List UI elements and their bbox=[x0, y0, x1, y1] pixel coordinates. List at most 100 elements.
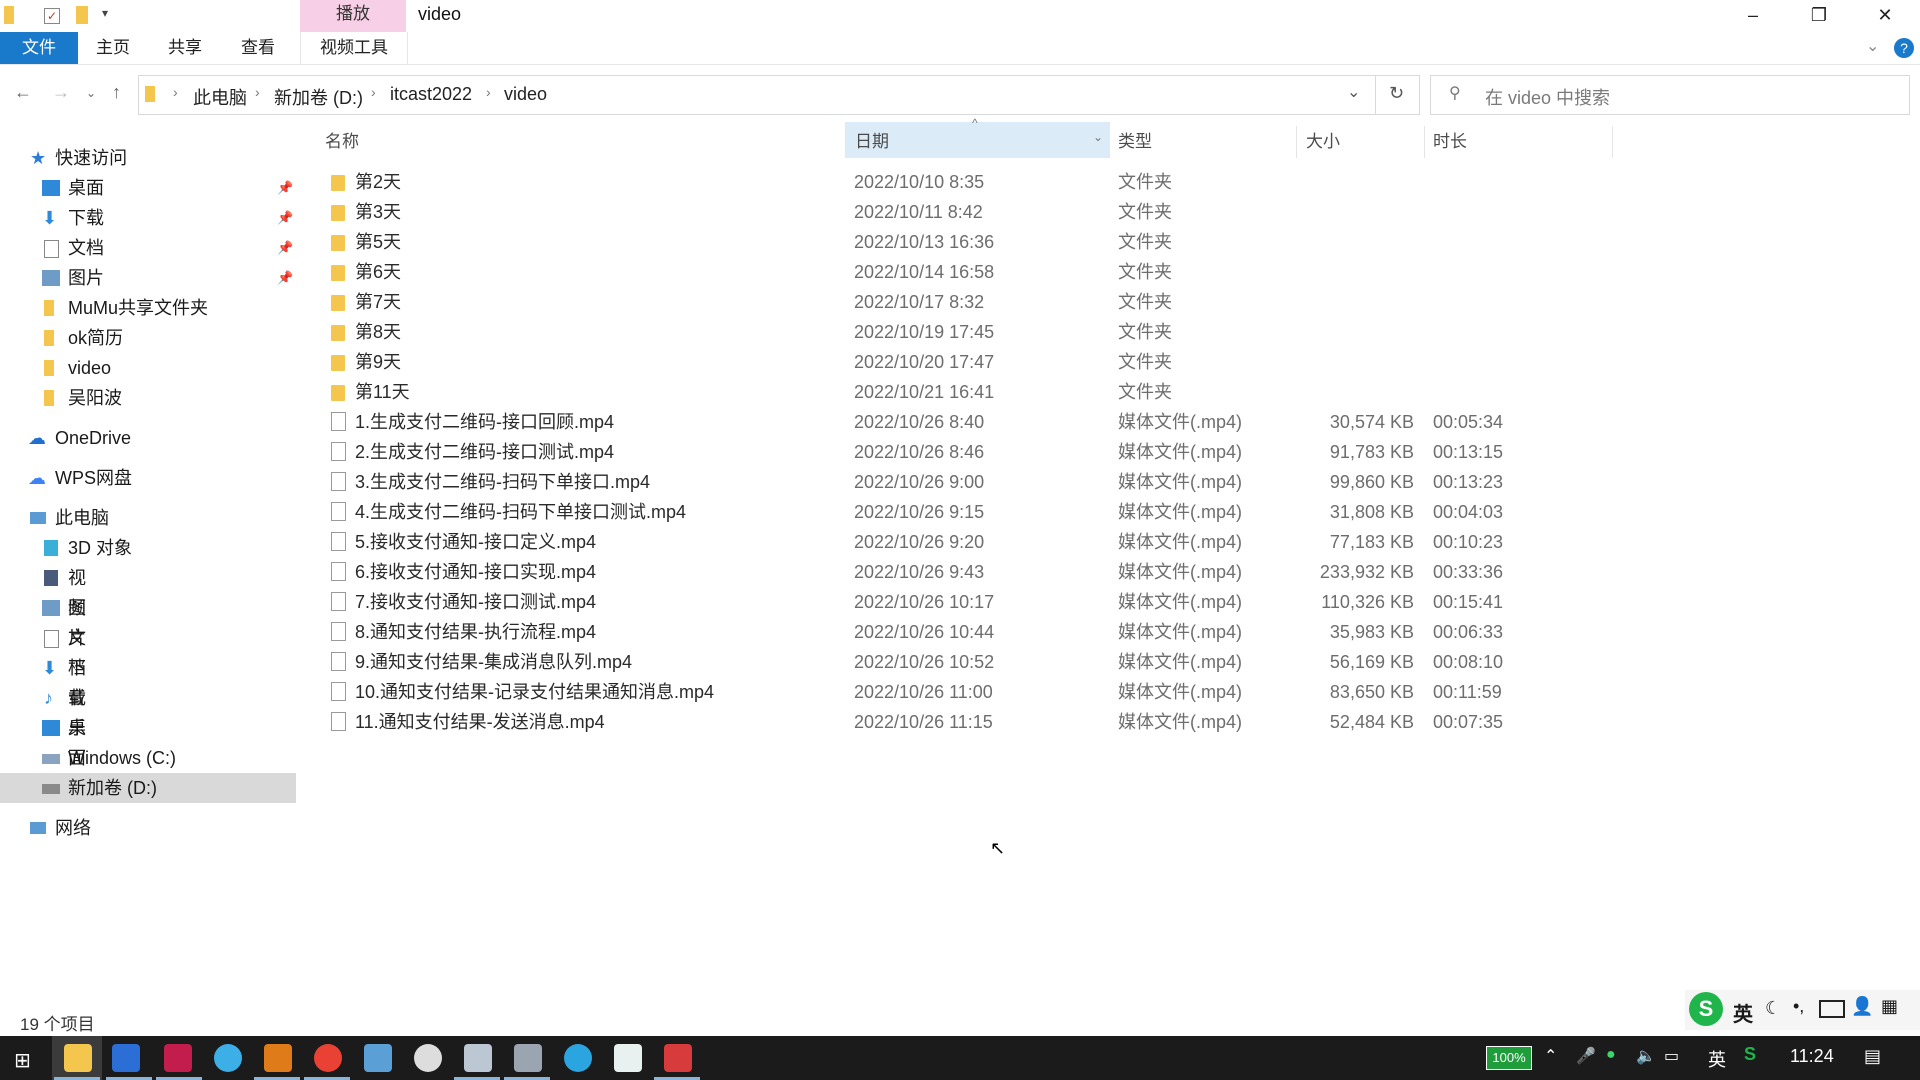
jetbrains-icon[interactable] bbox=[164, 1044, 192, 1072]
forward-arrow-icon[interactable]: → bbox=[52, 82, 70, 103]
column-header-name[interactable]: 名称 bbox=[325, 124, 359, 160]
tab-home[interactable]: 主页 bbox=[88, 32, 138, 64]
sidebar-item-onedrive[interactable]: ☁ OneDrive bbox=[28, 423, 131, 453]
sidebar-item-network[interactable]: 网络 bbox=[30, 813, 91, 843]
folder-row[interactable]: 第8天 2022/10/19 17:45 文件夹 bbox=[325, 317, 1615, 347]
chevron-up-icon[interactable]: ⌃ bbox=[1544, 1046, 1557, 1066]
sidebar-item-downloads[interactable]: ⬇ 下载 📌 bbox=[40, 203, 296, 233]
file-row[interactable]: 2.生成支付二维码-接口测试.mp4 2022/10/26 8:46 媒体文件(.m… bbox=[325, 437, 1615, 467]
address-dropdown-icon[interactable]: ⌄ bbox=[1347, 82, 1360, 102]
app-icon[interactable] bbox=[664, 1044, 692, 1072]
folder-row[interactable]: 第2天 2022/10/10 8:35 文件夹 bbox=[325, 167, 1615, 197]
file-row[interactable]: 10.通知支付结果-记录支付结果通知消息.mp4 2022/10/26 11:00… bbox=[325, 677, 1615, 707]
up-arrow-icon[interactable]: ↑ bbox=[112, 82, 121, 103]
notification-center-icon[interactable]: ▤ bbox=[1864, 1046, 1881, 1067]
recent-locations-icon[interactable]: ⌄ bbox=[86, 86, 96, 100]
file-row[interactable]: 1.生成支付二维码-接口回顾.mp4 2022/10/26 8:40 媒体文件(.m… bbox=[325, 407, 1615, 437]
sidebar-item-desktop[interactable]: 桌面 📌 bbox=[40, 173, 296, 203]
column-header-duration[interactable]: 时长 bbox=[1433, 124, 1467, 160]
breadcrumb-itcast2022[interactable]: itcast2022 bbox=[390, 84, 472, 105]
sidebar-item-pictures[interactable]: 图片 📌 bbox=[40, 263, 296, 293]
clock[interactable]: 11:24 bbox=[1790, 1046, 1834, 1067]
search-input[interactable]: ⚲ 在 video 中搜索 bbox=[1430, 75, 1910, 115]
sidebar-item-this-pc[interactable]: 此电脑 bbox=[30, 503, 109, 533]
grid-menu-icon[interactable]: ▦ bbox=[1881, 996, 1898, 1017]
sidebar-item-quick-access[interactable]: ★ 快速访问 bbox=[30, 143, 127, 173]
file-row[interactable]: 5.接收支付通知-接口定义.mp4 2022/10/26 9:20 媒体文件(.mp… bbox=[325, 527, 1615, 557]
ribbon-tabs: 文件 主页 共享 查看 视频工具 ⌄ ? bbox=[0, 32, 1920, 65]
app-icon[interactable] bbox=[614, 1044, 642, 1072]
microphone-icon[interactable]: 🎤 bbox=[1576, 1046, 1596, 1066]
tab-file[interactable]: 文件 bbox=[0, 32, 78, 64]
file-row[interactable]: 7.接收支付通知-接口测试.mp4 2022/10/26 10:17 媒体文件(.m… bbox=[325, 587, 1615, 617]
tab-share[interactable]: 共享 bbox=[160, 32, 210, 64]
chrome-icon[interactable] bbox=[314, 1044, 342, 1072]
folder-row[interactable]: 第5天 2022/10/13 16:36 文件夹 bbox=[325, 227, 1615, 257]
folder-row[interactable]: 第7天 2022/10/17 8:32 文件夹 bbox=[325, 287, 1615, 317]
file-icon bbox=[331, 592, 346, 611]
column-header-size[interactable]: 大小 bbox=[1306, 124, 1340, 160]
customize-toolbar-icon[interactable]: ▾ bbox=[102, 6, 120, 24]
punctuation-icon[interactable]: •, bbox=[1793, 996, 1804, 1017]
sogou-tray-icon[interactable]: S bbox=[1744, 1044, 1756, 1065]
windows-start-icon[interactable]: ⊞ bbox=[14, 1048, 31, 1073]
app-icon[interactable] bbox=[514, 1044, 542, 1072]
column-header-date[interactable]: 日期 bbox=[855, 124, 889, 160]
file-row[interactable]: 8.通知支付结果-执行流程.mp4 2022/10/26 10:44 媒体文件(.m… bbox=[325, 617, 1615, 647]
column-filter-icon[interactable]: ⌄ bbox=[1093, 130, 1103, 144]
back-arrow-icon[interactable]: ← bbox=[14, 82, 32, 103]
pin-icon[interactable]: 📌 bbox=[277, 173, 293, 203]
tray-language-indicator[interactable]: 英 bbox=[1708, 1046, 1726, 1072]
properties-icon[interactable]: ✓ bbox=[44, 8, 60, 24]
tab-view[interactable]: 查看 bbox=[233, 32, 283, 64]
pin-icon[interactable]: 📌 bbox=[277, 203, 293, 233]
user-icon[interactable]: 👤 bbox=[1851, 996, 1873, 1017]
file-row[interactable]: 9.通知支付结果-集成消息队列.mp4 2022/10/26 10:52 媒体文件(… bbox=[325, 647, 1615, 677]
clock-app-icon[interactable] bbox=[414, 1044, 442, 1072]
app-icon[interactable] bbox=[464, 1044, 492, 1072]
ime-language-toggle[interactable]: 英 bbox=[1733, 998, 1753, 1027]
browser-icon[interactable] bbox=[214, 1044, 242, 1072]
app-icon[interactable] bbox=[264, 1044, 292, 1072]
sidebar-item-drive-d[interactable]: 新加卷 (D:) bbox=[0, 773, 296, 803]
folder-icon bbox=[145, 86, 155, 102]
volume-icon[interactable]: 🔈 bbox=[1636, 1046, 1656, 1066]
minimize-button[interactable]: – bbox=[1724, 0, 1782, 32]
file-row[interactable]: 4.生成支付二维码-扫码下单接口测试.mp4 2022/10/26 9:15 媒体文… bbox=[325, 497, 1615, 527]
file-row[interactable]: 6.接收支付通知-接口实现.mp4 2022/10/26 9:43 媒体文件(.mp… bbox=[325, 557, 1615, 587]
new-folder-icon[interactable] bbox=[76, 6, 88, 24]
file-row[interactable]: 11.通知支付结果-发送消息.mp4 2022/10/26 11:15 媒体文件(.… bbox=[325, 707, 1615, 737]
column-header-type[interactable]: 类型 bbox=[1118, 124, 1152, 160]
refresh-icon[interactable]: ↻ bbox=[1389, 83, 1404, 104]
breadcrumb-this-pc[interactable]: 此电脑 bbox=[193, 84, 247, 110]
pin-icon[interactable]: 📌 bbox=[277, 233, 293, 263]
sogou-ime-icon[interactable]: S bbox=[1689, 992, 1723, 1026]
app-icon[interactable] bbox=[564, 1044, 592, 1072]
pin-icon[interactable]: 📌 bbox=[277, 263, 293, 293]
sidebar-item-label: 此电脑 bbox=[55, 508, 110, 528]
network-tray-icon[interactable]: ● bbox=[1606, 1046, 1616, 1064]
breadcrumb-video[interactable]: video bbox=[504, 84, 547, 105]
sidebar-item-wps[interactable]: ☁ WPS网盘 bbox=[28, 463, 132, 493]
tab-video-tools[interactable]: 视频工具 bbox=[300, 32, 408, 64]
app-icon[interactable] bbox=[364, 1044, 392, 1072]
file-explorer-icon[interactable] bbox=[64, 1044, 92, 1072]
close-button[interactable]: ✕ bbox=[1856, 0, 1914, 32]
edge-icon[interactable] bbox=[112, 1044, 140, 1072]
folder-row[interactable]: 第11天 2022/10/21 16:41 文件夹 bbox=[325, 377, 1615, 407]
maximize-button[interactable]: ❐ bbox=[1790, 0, 1848, 32]
folder-row[interactable]: 第3天 2022/10/11 8:42 文件夹 bbox=[325, 197, 1615, 227]
sidebar-item-documents[interactable]: 文档 📌 bbox=[40, 233, 296, 263]
address-bar[interactable]: › 此电脑 › 新加卷 (D:) › itcast2022 › video ⌄ … bbox=[138, 75, 1420, 115]
folder-row[interactable]: 第6天 2022/10/14 16:58 文件夹 bbox=[325, 257, 1615, 287]
battery-indicator[interactable]: 100% bbox=[1486, 1046, 1532, 1070]
breadcrumb-drive-d[interactable]: 新加卷 (D:) bbox=[274, 84, 363, 110]
help-button[interactable]: ? bbox=[1894, 38, 1914, 58]
expand-ribbon-icon[interactable]: ⌄ bbox=[1866, 36, 1879, 56]
moon-icon[interactable]: ☾ bbox=[1765, 998, 1781, 1019]
keyboard-icon[interactable] bbox=[1819, 1000, 1845, 1018]
display-icon[interactable]: ▭ bbox=[1664, 1046, 1679, 1066]
folder-row[interactable]: 第9天 2022/10/20 17:47 文件夹 bbox=[325, 347, 1615, 377]
file-row[interactable]: 3.生成支付二维码-扫码下单接口.mp4 2022/10/26 9:00 媒体文件(… bbox=[325, 467, 1615, 497]
playback-context-tab[interactable]: 播放 bbox=[300, 0, 406, 32]
